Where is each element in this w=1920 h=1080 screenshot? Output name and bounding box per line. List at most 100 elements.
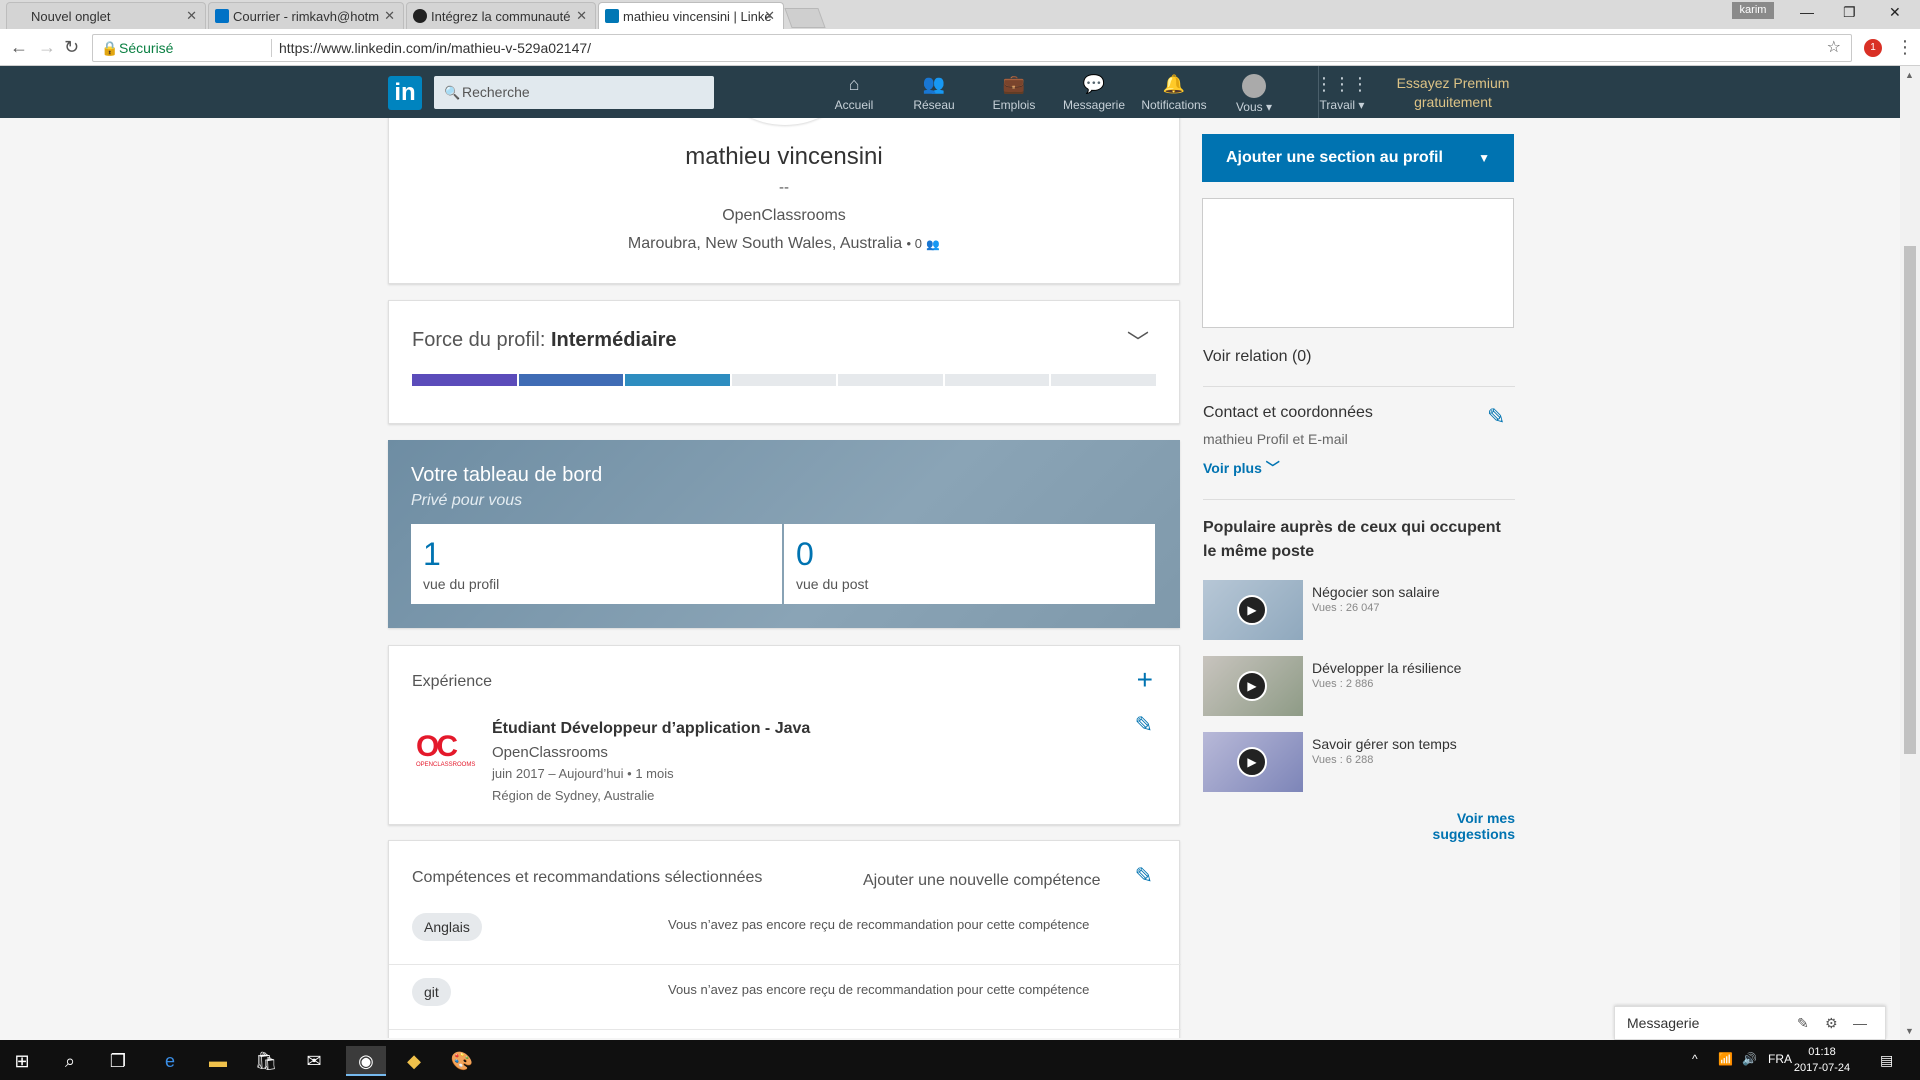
app-icon[interactable]: ◆	[394, 1046, 434, 1076]
close-icon[interactable]: ✕	[576, 8, 587, 24]
close-icon[interactable]: ✕	[764, 8, 775, 24]
edit-pencil-icon[interactable]: ✎	[1135, 712, 1153, 738]
tab-title: Intégrez la communauté	[431, 9, 571, 24]
course-views: Vues : 6 288	[1312, 754, 1374, 766]
file-explorer-icon[interactable]: ▬	[198, 1046, 238, 1076]
nav-network[interactable]: 👥 Réseau	[894, 74, 974, 112]
tab-new-tab[interactable]: Nouvel onglet ✕	[6, 2, 206, 29]
messaging-label: Messagerie	[1627, 1015, 1700, 1031]
store-icon[interactable]: 🛍	[246, 1046, 286, 1076]
see-suggestions-link[interactable]: Voir mes suggestions	[1380, 810, 1515, 842]
close-icon[interactable]: ✕	[186, 8, 197, 24]
minimize-icon[interactable]: —	[1800, 4, 1814, 20]
tab-linkedin[interactable]: mathieu vincensini | Linke ✕	[598, 2, 784, 29]
bookmark-star-icon[interactable]: ☆	[1827, 35, 1841, 61]
strength-segment	[625, 374, 730, 386]
see-more-link[interactable]: Voir plus ﹀	[1203, 458, 1280, 478]
messaging-bar[interactable]: Messagerie ✎ ⚙ —	[1614, 1006, 1886, 1040]
course-item[interactable]: ▶ Négocier son salaire Vues : 26 047	[1203, 580, 1515, 642]
profile-photo[interactable]	[729, 118, 841, 125]
search-icon[interactable]: ⌕	[50, 1046, 90, 1076]
connections-icon: 👥	[926, 239, 941, 251]
language-indicator[interactable]: FRA	[1768, 1052, 1792, 1066]
compose-icon[interactable]: ✎	[1797, 1007, 1809, 1039]
page-scrollbar[interactable]: ▲ ▼	[1900, 66, 1920, 1040]
openclassrooms-logo[interactable]: OC OPENCLASSROOMS	[416, 732, 476, 776]
add-section-button[interactable]: Ajouter une section au profil ▼	[1202, 134, 1514, 182]
paint-icon[interactable]: 🎨	[442, 1046, 482, 1076]
see-connections-link[interactable]: Voir relation (0)	[1203, 348, 1312, 366]
skill-pill[interactable]: git	[412, 978, 451, 1006]
nav-label: Travail ▾	[1319, 98, 1365, 112]
contact-subtitle: mathieu Profil et E-mail	[1203, 431, 1348, 447]
course-item[interactable]: ▶ Développer la résilience Vues : 2 886	[1203, 656, 1515, 718]
minimize-icon[interactable]: —	[1853, 1007, 1867, 1039]
avatar-icon	[1242, 74, 1266, 98]
windows-start-icon[interactable]: ⊞	[2, 1046, 42, 1076]
profile-card: mathieu vincensini -- OpenClassrooms Mar…	[388, 118, 1180, 284]
skill-pill[interactable]: Anglais	[412, 913, 482, 941]
premium-link[interactable]: Essayez Premium gratuitement	[1388, 74, 1518, 112]
new-tab-button[interactable]	[784, 8, 826, 28]
restore-icon[interactable]: ❐	[1843, 4, 1856, 21]
clock[interactable]: 01:18 2017-07-24	[1792, 1044, 1852, 1076]
clock-date: 2017-07-24	[1793, 1062, 1851, 1074]
strength-segment	[731, 374, 837, 386]
connections-count[interactable]: • 0	[907, 236, 922, 251]
nav-label: Notifications	[1141, 98, 1207, 112]
profile-company[interactable]: OpenClassrooms	[389, 207, 1179, 225]
edit-pencil-icon[interactable]: ✎	[1135, 863, 1153, 889]
wifi-icon[interactable]: 📶	[1718, 1052, 1733, 1066]
forward-icon[interactable]: →	[38, 37, 56, 58]
menu-icon[interactable]: ⋮	[1896, 37, 1914, 58]
nav-messaging[interactable]: 💬 Messagerie	[1054, 74, 1134, 112]
post-views-stat[interactable]: 0 vue du post	[784, 524, 1155, 604]
volume-icon[interactable]: 🔊	[1742, 1052, 1757, 1066]
edge-icon[interactable]: e	[150, 1046, 190, 1076]
nav-home[interactable]: ⌂ Accueil	[814, 74, 894, 112]
tab-github[interactable]: Intégrez la communauté ✕	[406, 2, 596, 29]
close-icon[interactable]: ✕	[384, 8, 395, 24]
url-field[interactable]: 🔒 Sécurisé https://www.linkedin.com/in/m…	[92, 34, 1852, 62]
nav-work[interactable]: ⋮⋮⋮ Travail ▾	[1302, 74, 1382, 112]
back-icon[interactable]: ←	[10, 37, 28, 58]
skills-title: Compétences et recommandations sélection…	[412, 869, 763, 886]
extension-icon[interactable]: 1	[1864, 39, 1882, 57]
linkedin-logo[interactable]: in	[388, 76, 422, 110]
strength-label: Force du profil:	[412, 329, 546, 351]
mail-icon[interactable]: ✉	[294, 1046, 334, 1076]
scroll-down-icon[interactable]: ▼	[1905, 1026, 1914, 1036]
tab-outlook[interactable]: Courrier - rimkavh@hotm ✕	[208, 2, 404, 29]
task-view-icon[interactable]: ❐	[98, 1046, 138, 1076]
edit-pencil-icon[interactable]: ✎	[1487, 404, 1505, 430]
scroll-up-icon[interactable]: ▲	[1905, 70, 1914, 80]
course-thumbnail: ▶	[1203, 580, 1303, 640]
scroll-thumb[interactable]	[1904, 246, 1916, 754]
action-center-icon[interactable]: ▤	[1880, 1052, 1893, 1069]
add-skill-button[interactable]: Ajouter une nouvelle compétence	[863, 872, 1101, 890]
gear-icon[interactable]: ⚙	[1825, 1007, 1838, 1039]
network-icon: 👥	[922, 74, 946, 94]
nav-me[interactable]: Vous ▾	[1214, 74, 1294, 114]
nav-notifications[interactable]: 🔔 Notifications	[1134, 74, 1214, 112]
chevron-down-icon[interactable]: ﹀	[1127, 325, 1149, 357]
nav-jobs[interactable]: 💼 Emplois	[974, 74, 1054, 112]
course-item[interactable]: ▶ Savoir gérer son temps Vues : 6 288	[1203, 732, 1515, 794]
dashboard-card: Votre tableau de bord Privé pour vous 1 …	[388, 440, 1180, 628]
profile-page: mathieu vincensini -- OpenClassrooms Mar…	[0, 118, 1900, 1038]
search-input[interactable]: 🔍 Recherche	[434, 76, 714, 109]
chevron-up-icon[interactable]: ^	[1692, 1052, 1698, 1066]
close-window-icon[interactable]: ✕	[1889, 4, 1901, 21]
add-section-label: Ajouter une section au profil	[1226, 149, 1443, 166]
profile-views-stat[interactable]: 1 vue du profil	[411, 524, 782, 604]
chrome-icon[interactable]: ◉	[346, 1046, 386, 1076]
profile-badge[interactable]: karim	[1732, 2, 1774, 19]
profile-headline: --	[779, 179, 789, 196]
chevron-down-icon: ﹀	[1265, 460, 1280, 476]
add-experience-icon[interactable]: +	[1137, 664, 1153, 696]
job-title[interactable]: Étudiant Développeur d’application - Jav…	[492, 720, 810, 738]
address-bar: ← → ↻ 🔒 Sécurisé https://www.linkedin.co…	[0, 29, 1920, 66]
linkedin-icon	[605, 9, 619, 23]
reload-icon[interactable]: ↻	[64, 37, 79, 58]
stat-value: 0	[796, 536, 814, 572]
